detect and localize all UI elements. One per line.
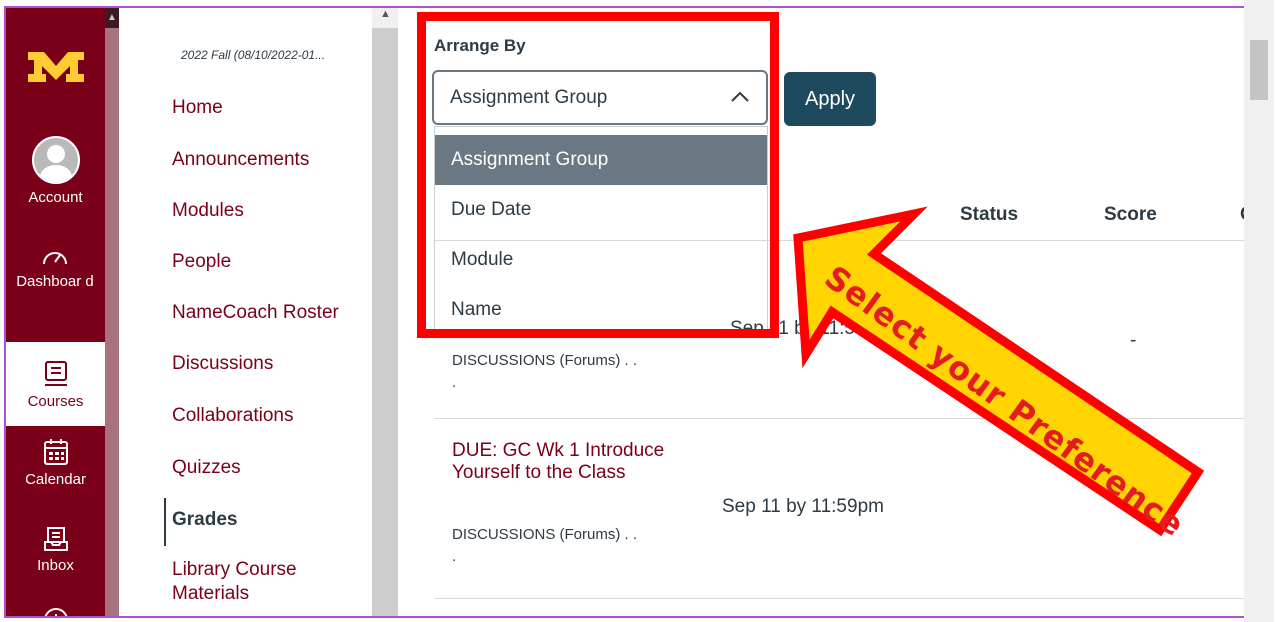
pointer-arrow-icon [793, 206, 1205, 537]
